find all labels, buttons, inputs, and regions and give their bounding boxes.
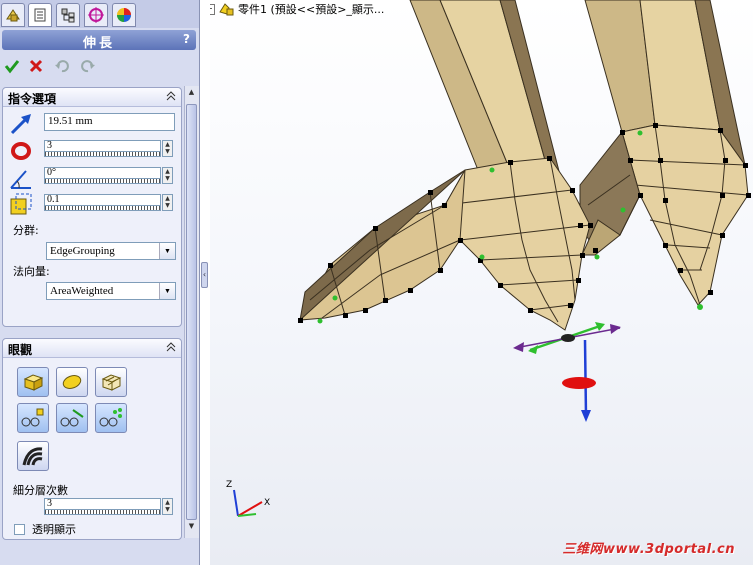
ok-check-icon <box>4 60 20 74</box>
display-header[interactable]: 眼觀 <box>3 339 181 358</box>
command-options-title: 指令選項 <box>8 92 57 106</box>
normal-selected: AreaWeighted <box>50 285 114 297</box>
undo-icon <box>55 60 69 73</box>
panel-splitter[interactable]: ‹ <box>200 0 210 565</box>
normal-dropdown[interactable]: AreaWeighted ▼ <box>46 282 176 300</box>
cancel-button[interactable] <box>26 56 46 76</box>
chevron-down-icon[interactable]: ▼ <box>159 243 175 259</box>
action-buttons <box>0 54 199 78</box>
grouping-dropdown[interactable]: EdgeGrouping ▼ <box>46 242 176 260</box>
show-vertices-button[interactable] <box>17 403 49 433</box>
shaded-box-icon <box>23 374 44 391</box>
count-value[interactable]: 3 <box>44 140 161 151</box>
zebra-stripes-icon <box>22 447 43 466</box>
edge-glasses-icon <box>60 409 84 427</box>
tolerance-spin-arrows[interactable]: ▲ ▼ <box>162 194 173 211</box>
normal-label: 法向量: <box>13 265 50 278</box>
tolerance-value[interactable]: 0.1 <box>44 194 161 205</box>
feature-manager-tab[interactable] <box>1 3 25 27</box>
count-spin-arrows[interactable]: ▲ ▼ <box>162 140 173 157</box>
scroll-down-arrow[interactable]: ▼ <box>185 522 198 536</box>
redo-button[interactable] <box>78 56 98 76</box>
configuration-manager-tab[interactable] <box>56 3 80 27</box>
distance-arrow-icon <box>10 114 31 135</box>
splitter-grip[interactable]: ‹ <box>201 262 208 288</box>
undo-button[interactable] <box>52 56 72 76</box>
grouping-label: 分群: <box>13 224 39 237</box>
redo-icon <box>81 60 95 73</box>
vertex-glasses-icon <box>21 408 44 427</box>
dimxpert-tab[interactable] <box>84 3 108 27</box>
subdivision-spinner[interactable]: 3 ▲ ▼ <box>44 498 174 516</box>
ok-button[interactable] <box>2 56 22 76</box>
angle-slider[interactable] <box>44 178 161 184</box>
help-button[interactable]: ? <box>183 32 190 46</box>
transparent-checkbox[interactable] <box>14 524 25 535</box>
angle-spin-arrows[interactable]: ▲ ▼ <box>162 167 173 184</box>
display-manager-tab[interactable] <box>112 3 136 27</box>
property-manager-panel: 伸長 ? 指令選項 19.51 mm 3 ▲ ▼ 0° ▲ ▼ 0.1 ▲ ▼ … <box>0 0 200 565</box>
display-group: 眼觀 細分層次數 3 ▲ ▼ 透明顯示 <box>2 338 182 540</box>
collapse-chevron-icon[interactable] <box>166 342 176 352</box>
axis-x-label: X <box>264 498 270 508</box>
panel-scrollbar[interactable]: ▲ ▼ <box>184 86 199 538</box>
wire-box-icon <box>101 374 122 391</box>
subdivision-slider[interactable] <box>44 509 161 515</box>
command-options-header[interactable]: 指令選項 <box>3 88 181 107</box>
graphics-viewport[interactable]: + 零件1 (預設<<預設>_顯示... <box>210 0 753 565</box>
configuration-manager-icon <box>61 8 75 23</box>
subdivision-spin-arrows[interactable]: ▲ ▼ <box>162 498 173 515</box>
left-leg-mesh[interactable] <box>299 0 621 331</box>
collapse-chevron-icon[interactable] <box>166 91 176 101</box>
extend-handle-triad[interactable] <box>513 322 621 422</box>
angle-spinner[interactable]: 0° ▲ ▼ <box>44 167 174 185</box>
tolerance-box-icon <box>10 193 32 215</box>
count-slider[interactable] <box>44 151 161 157</box>
cancel-x-icon <box>29 59 43 73</box>
feature-manager-icon <box>6 9 20 22</box>
wireframe-box-button[interactable] <box>95 367 127 397</box>
show-points-button[interactable] <box>95 403 127 433</box>
right-leg-mesh[interactable] <box>579 0 749 306</box>
property-manager-tab[interactable] <box>28 3 52 27</box>
axis-z-label: Z <box>226 480 232 490</box>
tolerance-spinner[interactable]: 0.1 ▲ ▼ <box>44 194 174 212</box>
show-edges-button[interactable] <box>56 403 88 433</box>
site-watermark: 三维网www.3dportal.cn <box>562 542 735 557</box>
angle-icon <box>10 170 31 189</box>
scroll-thumb[interactable] <box>186 104 197 520</box>
distance-input[interactable]: 19.51 mm <box>44 113 175 131</box>
chevron-down-icon[interactable]: ▼ <box>159 283 175 299</box>
angle-value[interactable]: 0° <box>44 167 161 178</box>
panel-title-bar: 伸長 ? <box>2 30 196 51</box>
zebra-stripes-button[interactable] <box>17 441 49 471</box>
display-title: 眼觀 <box>8 343 33 357</box>
count-ring-icon <box>11 142 31 160</box>
ellipsoid-icon <box>62 375 82 389</box>
property-manager-icon <box>34 8 46 22</box>
grouping-selected: EdgeGrouping <box>50 245 115 257</box>
subdivision-label: 細分層次數 <box>13 484 68 497</box>
smooth-shaded-button[interactable] <box>56 367 88 397</box>
subdivision-value[interactable]: 3 <box>44 498 161 509</box>
panel-title: 伸長 <box>82 36 115 51</box>
shaded-box-button[interactable] <box>17 367 49 397</box>
tolerance-slider[interactable] <box>44 205 161 211</box>
count-spinner[interactable]: 3 ▲ ▼ <box>44 140 174 158</box>
transparent-label: 透明顯示 <box>32 523 76 536</box>
display-manager-icon <box>117 8 131 22</box>
points-glasses-icon <box>99 408 122 427</box>
mesh-model[interactable] <box>210 0 753 565</box>
command-options-group: 指令選項 19.51 mm 3 ▲ ▼ 0° ▲ ▼ 0.1 ▲ ▼ 分群: Edge… <box>2 87 182 327</box>
axis-triad: Z X <box>226 480 270 517</box>
dimxpert-icon <box>88 7 104 23</box>
scroll-up-arrow[interactable]: ▲ <box>185 88 198 102</box>
manager-tabs <box>0 0 199 28</box>
